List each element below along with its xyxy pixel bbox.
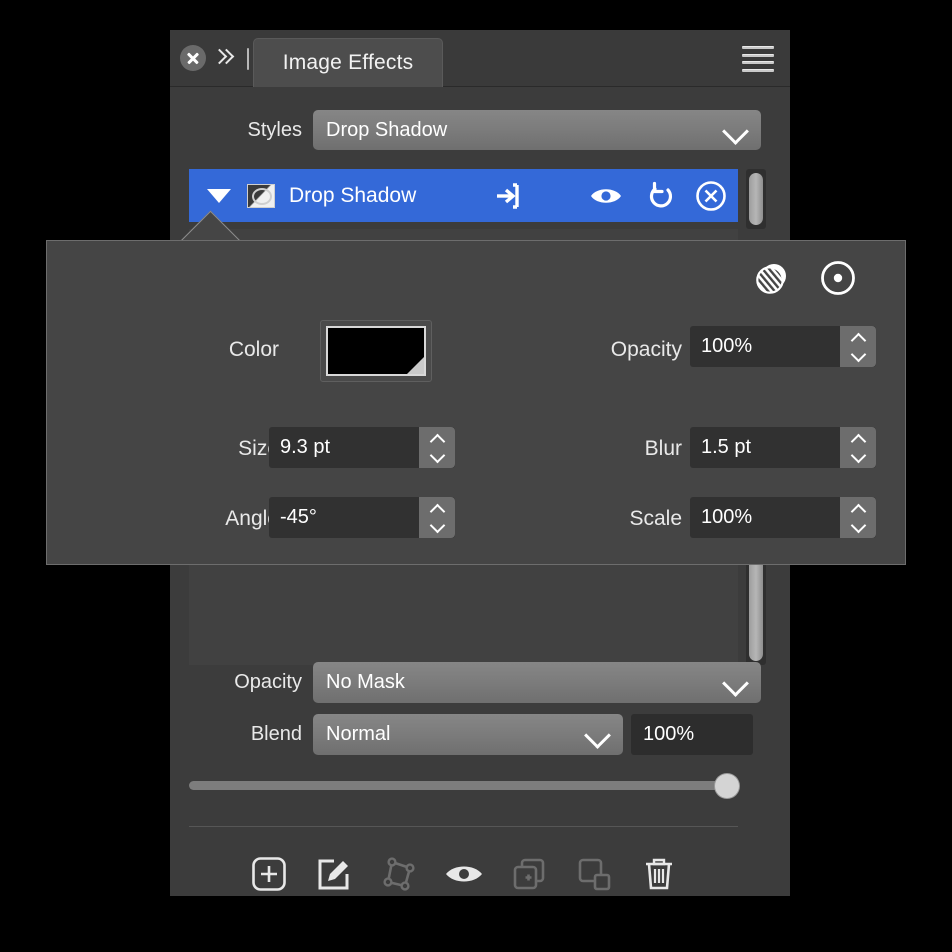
mask-opacity-dropdown[interactable]: No Mask [313,662,761,703]
tab-label: Image Effects [283,51,414,75]
scrollbar-thumb[interactable] [749,173,763,225]
slider-track[interactable] [189,781,738,790]
opacity-label: Opacity [547,338,682,362]
double-chevron-right-icon[interactable] [213,45,233,71]
chevron-up-icon[interactable] [431,502,444,515]
chevron-down-icon [584,722,611,749]
drop-shadow-settings-popover: Color Opacity 100% Size 9.3 pt Blur 1. [46,240,906,565]
shape-nodes-icon [379,854,419,894]
mask-opacity-row: Opacity No Mask [170,662,790,703]
opacity-stepper[interactable] [840,326,876,367]
effect-name-label: Drop Shadow [289,184,416,208]
blur-stepper[interactable] [840,427,876,468]
blend-amount-field[interactable]: 100% [631,714,753,755]
effect-row-drop-shadow[interactable]: Drop Shadow [189,169,738,222]
blend-opacity-slider[interactable] [189,770,738,800]
styles-label: Styles [170,119,313,142]
toolbar-divider [189,826,738,827]
opacity-value: 100% [690,335,752,358]
blur-field[interactable]: 1.5 pt [690,427,876,468]
add-effect-icon[interactable] [249,854,289,894]
effects-toolbar [189,845,738,903]
blur-label: Blur [547,437,682,461]
chevron-up-icon[interactable] [431,432,444,445]
styles-dropdown-value: Drop Shadow [313,119,447,142]
chevron-down-icon[interactable] [431,450,444,463]
size-stepper[interactable] [419,427,455,468]
popover-pointer [180,210,256,242]
panel-title-bar: Image Effects [170,30,790,87]
opacity-field[interactable]: 100% [690,326,876,367]
half-fill-checkbox-icon[interactable] [247,184,275,208]
mask-opacity-value: No Mask [313,671,405,694]
chevron-down-icon[interactable] [852,520,865,533]
arrow-into-bracket-icon[interactable] [493,181,523,211]
scale-value: 100% [690,506,752,529]
copy-shapes-icon [574,854,614,894]
mask-opacity-label: Opacity [170,671,313,694]
styles-dropdown[interactable]: Drop Shadow [313,110,761,150]
chevron-down-icon[interactable] [852,349,865,362]
scale-stepper[interactable] [840,497,876,538]
blend-row: Blend Normal 100% [170,714,790,755]
blend-dropdown[interactable]: Normal [313,714,623,755]
chevron-down-icon [722,670,749,697]
angle-stepper[interactable] [419,497,455,538]
blend-dropdown-value: Normal [313,723,390,746]
blur-value: 1.5 pt [690,436,751,459]
hamburger-menu-icon[interactable] [742,46,774,72]
circle-x-icon[interactable] [695,180,727,212]
angle-label: Angle [147,507,279,531]
eye-icon[interactable] [589,184,623,208]
chevron-up-icon[interactable] [852,331,865,344]
chevron-up-icon[interactable] [852,432,865,445]
color-swatch-fill [326,326,426,376]
color-label: Color [187,338,279,362]
scale-field[interactable]: 100% [690,497,876,538]
styles-row: Styles Drop Shadow [170,110,790,150]
slider-thumb[interactable] [715,774,739,798]
tab-image-effects[interactable]: Image Effects [253,38,443,87]
chevron-down-icon[interactable] [431,520,444,533]
triangle-down-icon[interactable] [207,189,231,203]
edit-effect-icon[interactable] [314,854,354,894]
angle-value: -45° [269,506,317,529]
chevron-down-icon [722,118,749,145]
popover-mode-icons [751,257,859,304]
size-field[interactable]: 9.3 pt [269,427,455,468]
reset-arrow-icon[interactable] [646,181,676,211]
scale-label: Scale [547,507,682,531]
blend-label: Blend [170,723,313,746]
angle-field[interactable]: -45° [269,497,455,538]
chevron-down-icon[interactable] [852,450,865,463]
effects-list-scrollbar-top[interactable] [746,169,766,229]
circle-dot-icon[interactable] [817,257,859,304]
color-swatch[interactable] [320,320,432,382]
duplicate-add-icon [509,854,549,894]
eye-icon[interactable] [444,854,484,894]
size-label: Size [147,437,279,461]
color-swatch-corner-icon [407,357,424,374]
overlapping-hatched-circles-icon[interactable] [751,257,793,304]
size-value: 9.3 pt [269,436,330,459]
trash-icon[interactable] [639,854,679,894]
close-circle-icon[interactable] [180,45,206,71]
chevron-up-icon[interactable] [852,502,865,515]
title-bar-left-controls [180,30,259,86]
